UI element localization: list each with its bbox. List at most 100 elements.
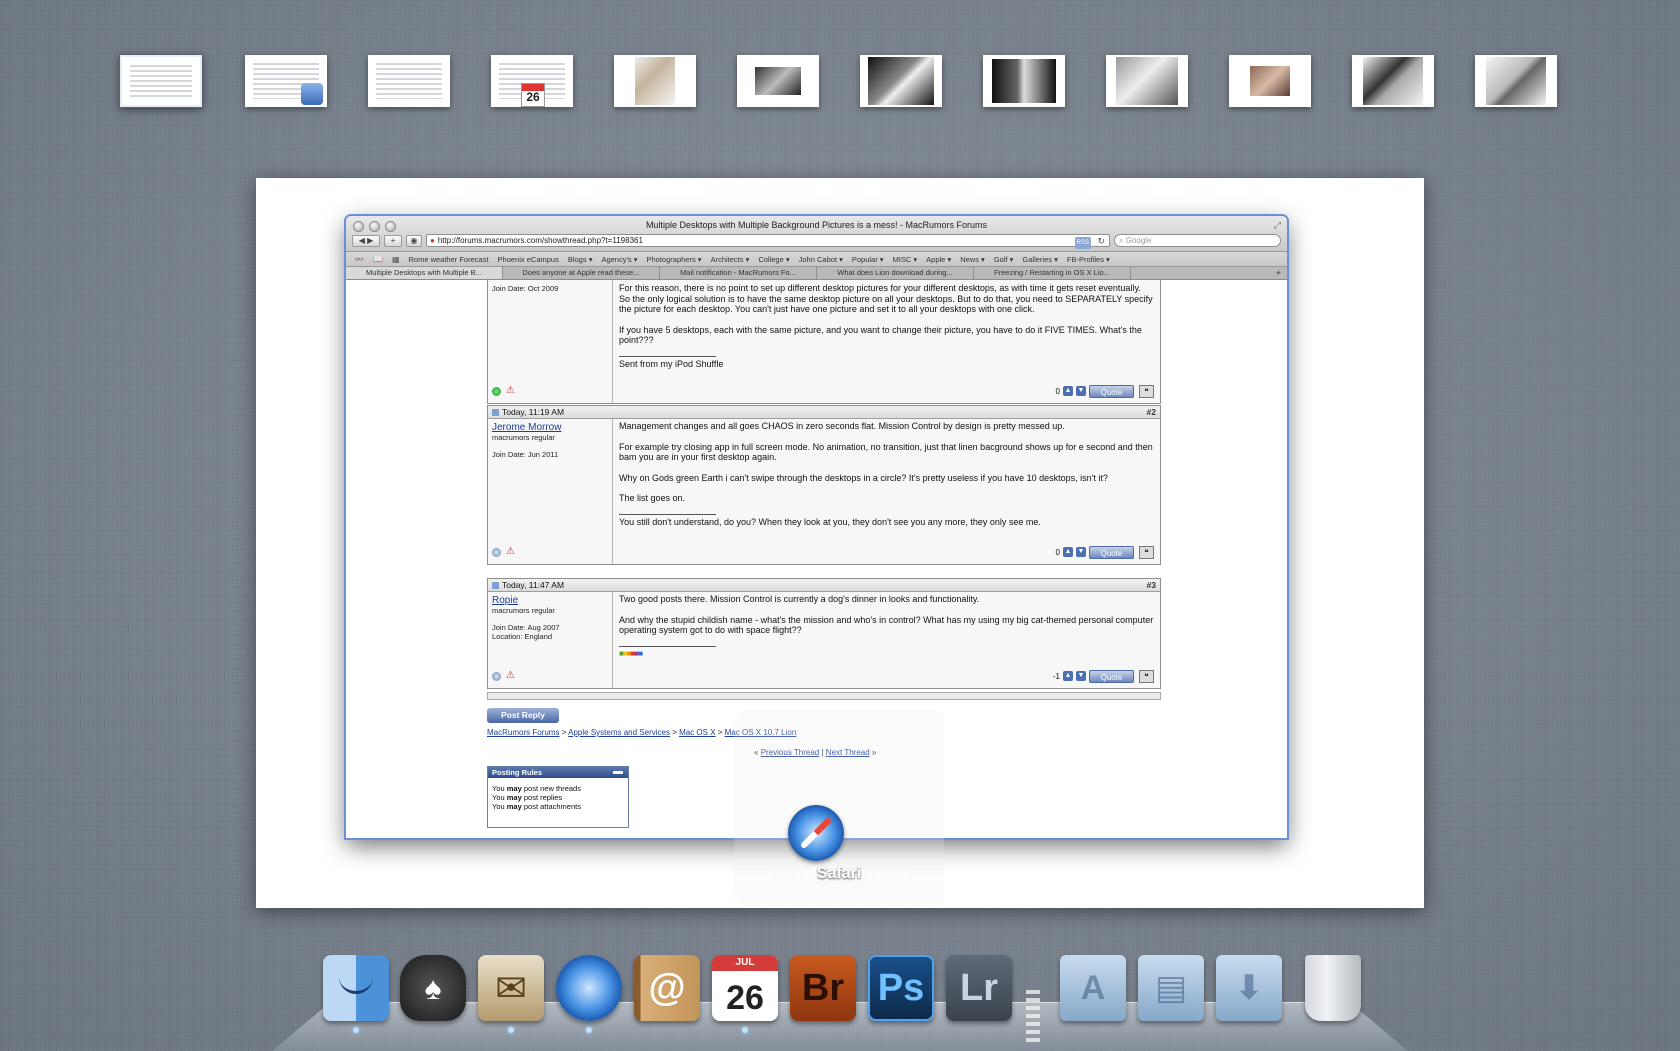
space-thumbnail-2[interactable] [245, 55, 327, 107]
bookmark-item[interactable]: Rome weather Forecast [409, 255, 489, 264]
window-titlebar[interactable]: Multiple Desktops with Multiple Backgrou… [346, 216, 1287, 252]
bookmark-item[interactable]: Galleries ▾ [1022, 255, 1057, 264]
back-forward-buttons[interactable]: ◀ ▶ [352, 234, 380, 247]
bookmark-item[interactable]: News ▾ [960, 255, 985, 264]
multi-quote-button[interactable]: ❝ [1139, 670, 1154, 683]
dock-item-spades[interactable]: ♠ [400, 955, 466, 1025]
screenshot-icon[interactable]: ◉ [406, 234, 422, 247]
dock-item-ical[interactable]: JUL 26 [712, 955, 778, 1033]
bridge-icon[interactable]: Br [790, 955, 856, 1021]
post-username[interactable]: Ropie [492, 595, 608, 606]
downloads-folder-icon[interactable]: ⬇ [1216, 955, 1282, 1021]
fullscreen-icon[interactable]: ⤢ [1274, 220, 1281, 231]
rss-icon[interactable]: RSS [1074, 237, 1091, 249]
bookmark-item[interactable]: Blogs ▾ [568, 255, 593, 264]
bookmark-item[interactable]: College ▾ [758, 255, 789, 264]
vote-up-icon[interactable]: ▲ [1063, 671, 1073, 681]
applications-folder-icon[interactable]: A [1060, 955, 1126, 1021]
space-thumbnail-11[interactable] [1352, 55, 1434, 107]
lightroom-icon[interactable]: Lr [946, 955, 1012, 1021]
dock-item-documents[interactable]: ▤ [1138, 955, 1204, 1025]
add-bookmark-button[interactable]: + [384, 234, 402, 247]
browser-tab[interactable]: Multiple Desktops with Multiple B... [346, 267, 503, 279]
new-tab-button[interactable]: + [1276, 267, 1281, 279]
dock-item-trash[interactable] [1300, 955, 1366, 1025]
finder-icon[interactable] [323, 955, 389, 1021]
multi-quote-button[interactable]: ❝ [1139, 546, 1154, 559]
breadcrumb-link[interactable]: MacRumors Forums [487, 728, 559, 737]
documents-folder-icon[interactable]: ▤ [1138, 955, 1204, 1021]
spades-icon[interactable]: ♠ [400, 955, 466, 1021]
vote-down-icon[interactable]: ▼ [1076, 386, 1086, 396]
space-thumbnail-1[interactable] [120, 55, 202, 107]
post-number[interactable]: #2 [1147, 406, 1156, 418]
space-thumbnail-12[interactable] [1475, 55, 1557, 107]
quote-button[interactable]: Quote [1089, 546, 1134, 559]
bookmark-item[interactable]: Agency's ▾ [601, 255, 637, 264]
dock-item-lightroom[interactable]: Lr [946, 955, 1012, 1025]
space-thumbnail-4[interactable]: 26 [491, 55, 573, 107]
space-thumbnail-9[interactable] [1106, 55, 1188, 107]
space-thumbnail-3[interactable] [368, 55, 450, 107]
space-thumbnail-7[interactable] [860, 55, 942, 107]
bookmark-item[interactable]: Phoenix eCampus [498, 255, 559, 264]
vote-count: 0 [1055, 547, 1060, 557]
quote-button[interactable]: Quote [1089, 670, 1134, 683]
vote-down-icon[interactable]: ▼ [1076, 671, 1086, 681]
breadcrumb-link[interactable]: Apple Systems and Services [568, 728, 670, 737]
post-username[interactable]: Jerome Morrow [492, 422, 608, 433]
vote-down-icon[interactable]: ▼ [1076, 547, 1086, 557]
dock-item-photoshop[interactable]: Ps [868, 955, 934, 1025]
bookmark-item[interactable]: FB-Profiles ▾ [1067, 255, 1110, 264]
top-sites-icon[interactable]: ▦ [392, 255, 400, 264]
photoshop-icon[interactable]: Ps [868, 955, 934, 1021]
post-reply-button[interactable]: Post Reply [487, 708, 559, 723]
bookmarks-icon[interactable]: 📖 [373, 255, 383, 264]
safari-icon[interactable] [556, 955, 622, 1021]
address-bar[interactable]: ● http://forums.macrumors.com/showthread… [426, 234, 1110, 249]
bookmark-item[interactable]: Apple ▾ [926, 255, 951, 264]
browser-tab[interactable]: What does Lion download during... [817, 267, 974, 279]
report-post-icon[interactable]: ⚠ [506, 670, 515, 681]
dock-item-bridge[interactable]: Br [790, 955, 856, 1025]
search-field[interactable]: ⌕ Google [1114, 234, 1281, 247]
vote-up-icon[interactable]: ▲ [1063, 547, 1073, 557]
bookmark-item[interactable]: MISC ▾ [893, 255, 918, 264]
bookmark-item[interactable]: John Cabot ▾ [799, 255, 843, 264]
browser-tab[interactable]: Freezing / Restarting in OS X Lio... [974, 267, 1131, 279]
dock-item-finder[interactable] [323, 955, 389, 1033]
space-thumbnail-6[interactable] [737, 55, 819, 107]
vote-up-icon[interactable]: ▲ [1063, 386, 1073, 396]
dock-item-applications[interactable]: A [1060, 955, 1126, 1025]
bookmark-item[interactable]: Golf ▾ [994, 255, 1014, 264]
bookmark-item[interactable]: Popular ▾ [852, 255, 884, 264]
bookmark-item[interactable]: Architects ▾ [711, 255, 750, 264]
report-post-icon[interactable]: ⚠ [506, 385, 515, 396]
multi-quote-button[interactable]: ❝ [1139, 385, 1154, 398]
trash-icon[interactable] [1305, 955, 1361, 1021]
space-thumbnail-10[interactable] [1229, 55, 1311, 107]
dock-item-mail[interactable]: ✉ [478, 955, 544, 1033]
reading-list-icon[interactable]: 👓 [354, 255, 364, 264]
report-post-icon[interactable]: ⚠ [506, 546, 515, 557]
reload-icon[interactable]: ↻ [1097, 235, 1105, 247]
browser-tab[interactable]: Mail notification - MacRumors Fo... [660, 267, 817, 279]
dock-item-downloads[interactable]: ⬇ [1216, 955, 1282, 1025]
url-text: http://forums.macrumors.com/showthread.p… [437, 235, 643, 245]
mail-icon[interactable]: ✉ [478, 955, 544, 1021]
space-thumbnail-8[interactable] [983, 55, 1065, 107]
posting-rules-title[interactable]: Posting Rules [488, 767, 628, 778]
tab-bar: Multiple Desktops with Multiple B... Does… [346, 267, 1287, 280]
quote-button[interactable]: Quote [1089, 385, 1134, 398]
breadcrumb-link[interactable]: Mac OS X [679, 728, 715, 737]
bookmark-item[interactable]: Photographers ▾ [647, 255, 702, 264]
browser-tab[interactable]: Does anyone at Apple read these... [503, 267, 660, 279]
safari-icon[interactable] [788, 805, 844, 861]
vote-count: -1 [1052, 671, 1060, 681]
address-book-icon[interactable]: @ [634, 955, 700, 1021]
dock-item-safari[interactable] [556, 955, 622, 1033]
post-number[interactable]: #3 [1147, 579, 1156, 591]
space-thumbnail-5[interactable] [614, 55, 696, 107]
calendar-icon[interactable]: JUL 26 [712, 955, 778, 1021]
dock-item-address-book[interactable]: @ [634, 955, 700, 1025]
